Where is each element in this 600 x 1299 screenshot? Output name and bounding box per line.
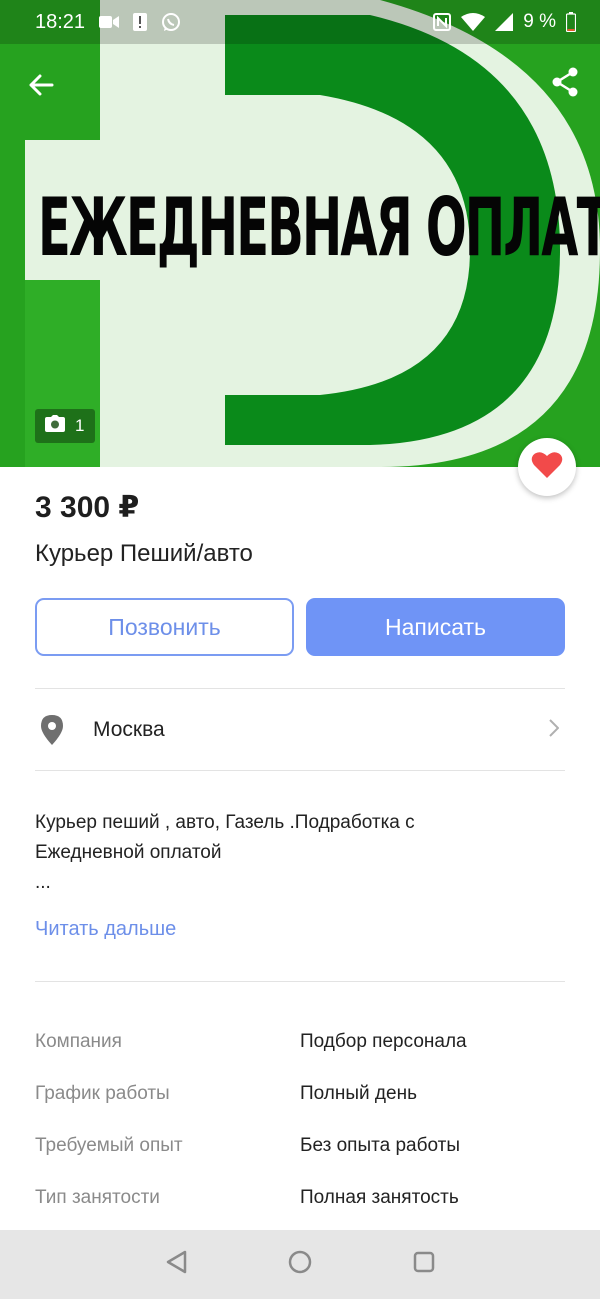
param-label: Требуемый опыт (35, 1135, 183, 1156)
back-button[interactable] (20, 66, 62, 108)
nav-home-button[interactable] (284, 1249, 316, 1281)
param-row-company: Компания Подбор персонала (35, 1016, 565, 1068)
divider (35, 981, 565, 982)
battery-icon (566, 12, 576, 32)
description-line: Ежедневной оплатой (35, 842, 222, 863)
alert-icon (133, 13, 148, 31)
read-more-link[interactable]: Читать дальше (35, 918, 176, 941)
divider (35, 688, 565, 689)
location-row[interactable]: Москва (35, 691, 565, 769)
description: Курьер пеший , авто, Газель .Подработка … (35, 808, 565, 898)
banner-text: ЕЖЕДНЕВНАЯ ОПЛАТА (38, 181, 600, 274)
photo-count-badge[interactable]: 1 (35, 409, 95, 443)
param-row-schedule: График работы Полный день (35, 1068, 565, 1120)
battery-percent: 9 % (523, 11, 556, 32)
description-ellipsis: ... (35, 872, 51, 893)
nav-back-button[interactable] (160, 1249, 192, 1281)
favorite-button[interactable] (518, 438, 576, 496)
write-button[interactable]: Написать (306, 598, 565, 656)
system-nav-bar (0, 1230, 600, 1299)
nav-recents-button[interactable] (408, 1249, 440, 1281)
hero-image[interactable]: ЕЖЕДНЕВНАЯ ОПЛАТА 18:21 9 % 1 (0, 0, 600, 467)
location-pin-icon (35, 715, 69, 745)
listing-price: 3 300 ₽ (35, 491, 140, 524)
description-line: Курьер пеший , авто, Газель .Подработка … (35, 812, 415, 833)
back-triangle-icon (165, 1250, 187, 1279)
location-city: Москва (93, 718, 165, 741)
param-value: Подбор персонала (300, 1031, 467, 1052)
share-icon (551, 67, 579, 102)
divider (35, 770, 565, 771)
call-button[interactable]: Позвонить (35, 598, 294, 656)
chevron-right-icon (549, 718, 560, 742)
video-icon (99, 15, 120, 29)
whatsapp-icon (161, 12, 181, 32)
param-label: Тип занятости (35, 1187, 160, 1208)
param-label: График работы (35, 1083, 170, 1104)
param-row-experience: Требуемый опыт Без опыта работы (35, 1120, 565, 1172)
param-row-employment: Тип занятости Полная занятость (35, 1172, 565, 1224)
param-value: Полная занятость (300, 1187, 459, 1208)
params-list: Компания Подбор персонала График работы … (35, 1016, 565, 1224)
listing-title: Курьер Пеший/авто (35, 540, 253, 567)
nfc-icon (433, 13, 452, 31)
arrow-left-icon (28, 74, 54, 101)
status-time: 18:21 (35, 10, 86, 33)
signal-icon (495, 13, 514, 31)
share-button[interactable] (545, 64, 585, 104)
home-circle-icon (288, 1250, 312, 1279)
heart-icon (531, 451, 563, 484)
photo-count: 1 (75, 416, 85, 435)
status-bar: 18:21 9 % (0, 0, 600, 44)
param-label: Компания (35, 1031, 122, 1052)
recents-square-icon (413, 1251, 435, 1278)
param-value: Полный день (300, 1083, 417, 1104)
param-value: Без опыта работы (300, 1135, 460, 1156)
camera-icon (45, 415, 65, 437)
wifi-icon (461, 13, 486, 31)
